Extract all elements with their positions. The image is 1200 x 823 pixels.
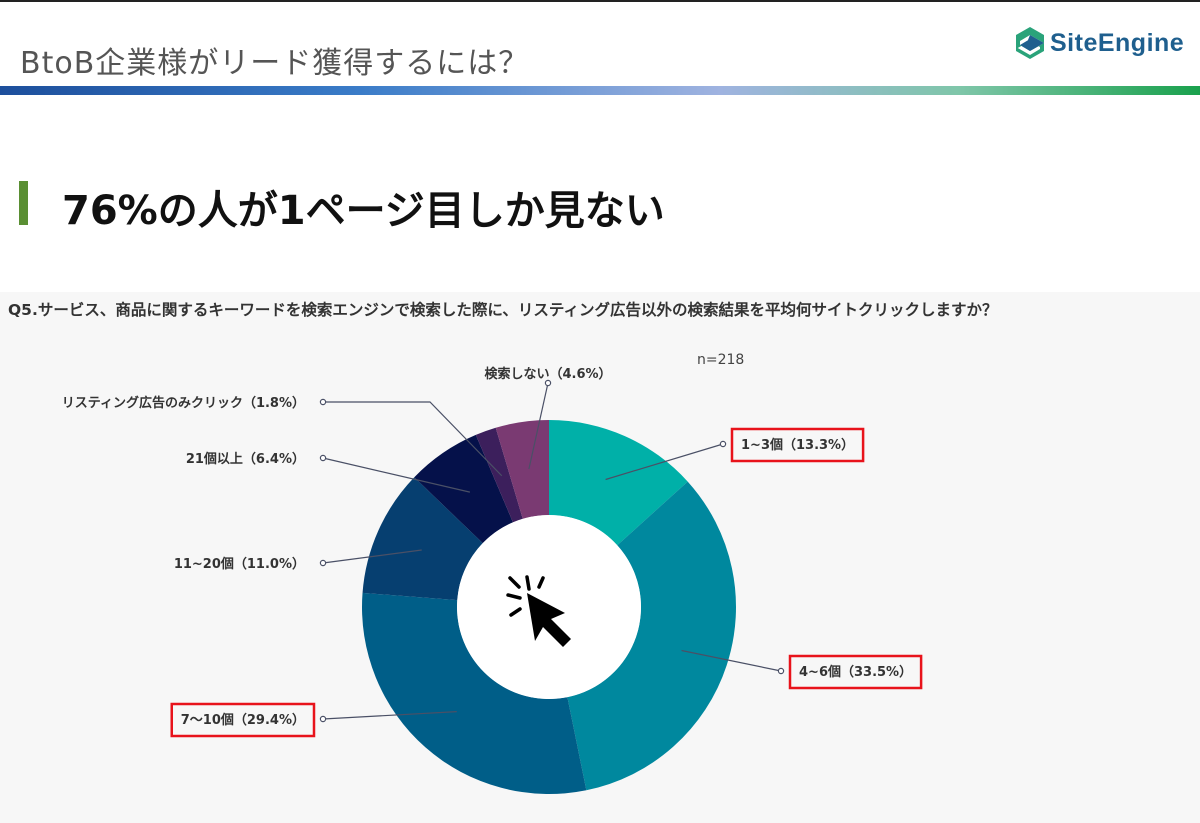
slice-label: 1~3個（13.3%）: [741, 437, 854, 453]
slice-label: 7〜10個（29.4%）: [181, 712, 305, 728]
slice-label: リスティング広告のみクリック（1.8%）: [62, 395, 305, 411]
leader-dot: [319, 398, 327, 406]
leader-dot: [719, 440, 727, 448]
leader-dot: [319, 559, 327, 567]
leader-dot: [777, 667, 785, 675]
slice-label: 11~20個（11.0%）: [174, 556, 305, 572]
click-ray: [525, 575, 531, 591]
leader-dot: [319, 715, 327, 723]
slice-label: 21個以上（6.4%）: [186, 451, 305, 467]
slice-label: 4~6個（33.5%）: [799, 664, 912, 680]
leader-dot: [319, 454, 327, 462]
slice-label: 検索しない（4.6%）: [484, 366, 611, 382]
donut-chart: 1~3個（13.3%） 4~6個（33.5%） 7〜10個（29.4%） 11~20個…: [62, 366, 923, 794]
